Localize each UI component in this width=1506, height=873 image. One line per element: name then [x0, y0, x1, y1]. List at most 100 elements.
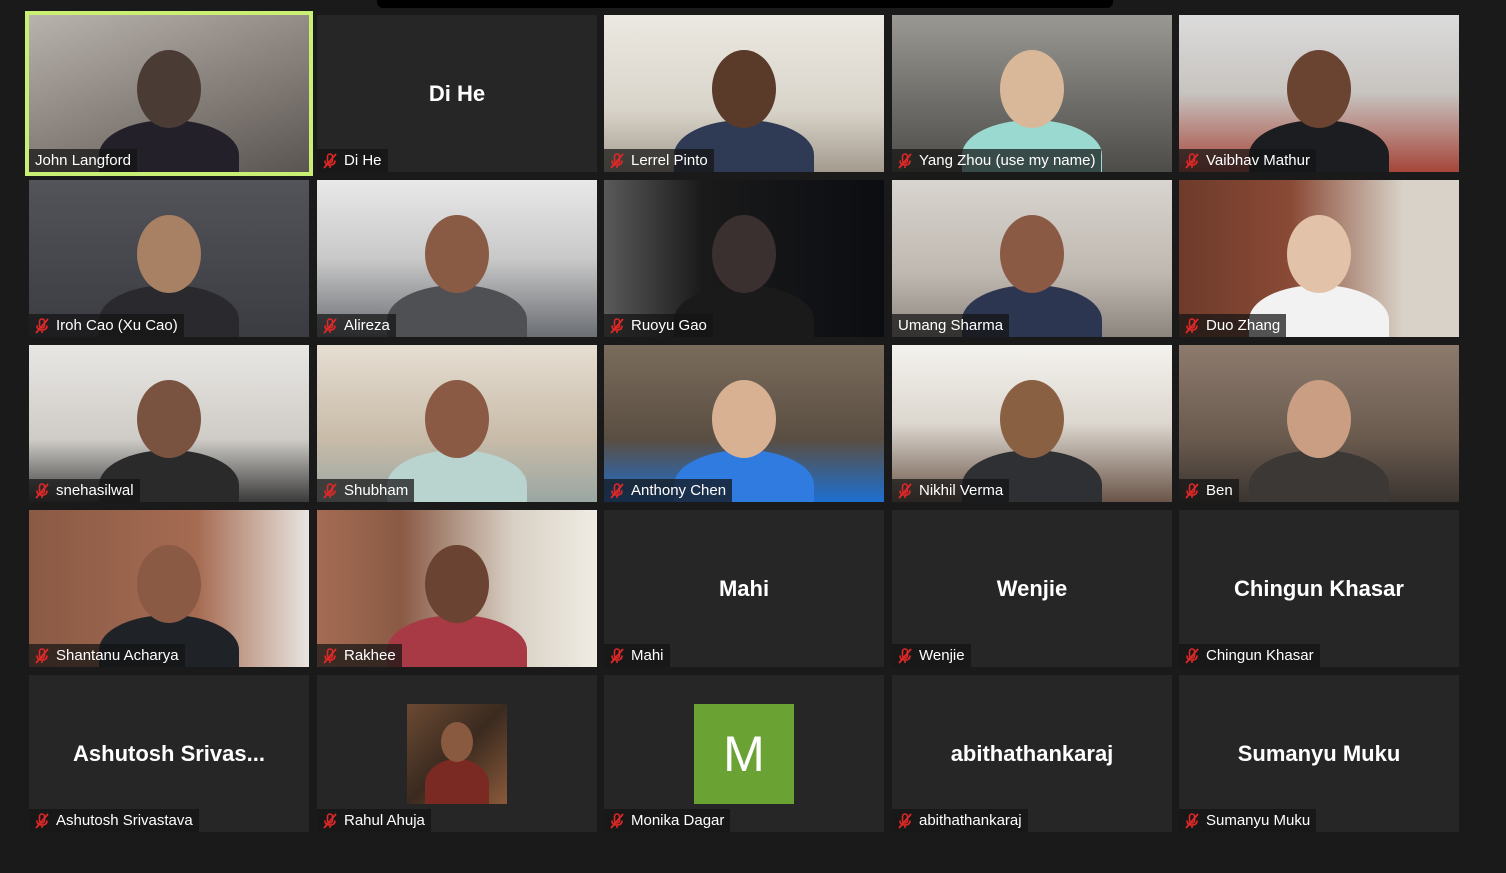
person-head [1000, 50, 1064, 128]
participant-display-name: Mahi [718, 575, 770, 601]
participant-name-label: Wenjie [892, 644, 971, 667]
participant-tile[interactable]: Di He Di He [317, 15, 597, 172]
participant-name: Nikhil Verma [919, 482, 1004, 499]
participant-name: Ruoyu Gao [631, 317, 707, 334]
person-head [1000, 215, 1064, 293]
participant-name-label: Chingun Khasar [1179, 644, 1320, 667]
participant-name-label: snehasilwal [29, 479, 140, 502]
participant-name-label: Yang Zhou (use my name) [892, 149, 1102, 172]
participant-name: John Langford [35, 152, 131, 169]
mic-muted-icon [321, 482, 339, 500]
participant-name-label: Anthony Chen [604, 479, 733, 502]
participant-name-label: Alireza [317, 314, 396, 337]
participant-tile[interactable]: Ruoyu Gao [604, 180, 884, 337]
participant-name-label: Ben [1179, 479, 1239, 502]
participant-tile[interactable]: Mahi Mahi [604, 510, 884, 667]
participant-tile[interactable]: John Langford [29, 15, 309, 172]
participant-name-label: Mahi [604, 644, 670, 667]
participant-name-label: Ashutosh Srivastava [29, 809, 199, 832]
participant-name: Shubham [344, 482, 409, 499]
mic-muted-icon [321, 812, 339, 830]
person-head [425, 380, 489, 458]
participant-name: Iroh Cao (Xu Cao) [56, 317, 178, 334]
participant-name: Mahi [631, 647, 664, 664]
mic-muted-icon [321, 152, 339, 170]
mic-muted-icon [321, 647, 339, 665]
person-head [1287, 380, 1351, 458]
participant-name: Chingun Khasar [1206, 647, 1314, 664]
gallery-grid: John Langford Di He Di He Lerrel Pinto Yang … [0, 0, 1506, 873]
participant-name-label: Umang Sharma [892, 314, 1010, 337]
participant-display-name: Sumanyu Muku [1237, 740, 1401, 766]
participant-tile[interactable]: Duo Zhang [1179, 180, 1459, 337]
participant-name-label: Iroh Cao (Xu Cao) [29, 314, 184, 337]
person-head [137, 380, 201, 458]
participant-name-label: Shantanu Acharya [29, 644, 185, 667]
participant-tile[interactable]: Alireza [317, 180, 597, 337]
participant-name: Shantanu Acharya [56, 647, 179, 664]
participant-name-label: Rakhee [317, 644, 402, 667]
participant-name: Alireza [344, 317, 390, 334]
mic-muted-icon [1183, 482, 1201, 500]
participant-name: abithathankaraj [919, 812, 1022, 829]
participant-name: Anthony Chen [631, 482, 727, 499]
person-head [425, 215, 489, 293]
participant-tile[interactable]: snehasilwal [29, 345, 309, 502]
person-head [1000, 380, 1064, 458]
participant-display-name: Chingun Khasar [1234, 575, 1404, 601]
mic-muted-icon [1183, 152, 1201, 170]
participant-name-label: Di He [317, 149, 388, 172]
participant-tile[interactable]: Shantanu Acharya [29, 510, 309, 667]
person-head [1287, 50, 1351, 128]
mic-muted-icon [33, 482, 51, 500]
participant-name: Vaibhav Mathur [1206, 152, 1310, 169]
participant-tile[interactable]: Wenjie Wenjie [892, 510, 1172, 667]
person-head [1287, 215, 1351, 293]
profile-photo [407, 704, 507, 804]
participant-name: Monika Dagar [631, 812, 725, 829]
mic-muted-icon [896, 152, 914, 170]
participant-name-label: Shubham [317, 479, 415, 502]
participant-name: Sumanyu Muku [1206, 812, 1311, 829]
participant-tile[interactable]: Nikhil Verma [892, 345, 1172, 502]
participant-name: Rakhee [344, 647, 396, 664]
participant-tile[interactable]: abithathankaraj abithathankaraj [892, 675, 1172, 832]
participant-name-label: Sumanyu Muku [1179, 809, 1317, 832]
person-head [712, 380, 776, 458]
participant-tile[interactable]: Rakhee [317, 510, 597, 667]
participant-tile[interactable]: Rahul Ahuja [317, 675, 597, 832]
mic-muted-icon [1183, 812, 1201, 830]
participant-tile[interactable]: Lerrel Pinto [604, 15, 884, 172]
participant-tile[interactable]: Vaibhav Mathur [1179, 15, 1459, 172]
participant-tile[interactable]: Umang Sharma [892, 180, 1172, 337]
participant-tile[interactable]: Ben [1179, 345, 1459, 502]
participant-name: Rahul Ahuja [344, 812, 425, 829]
person-head [137, 215, 201, 293]
participant-name: Wenjie [919, 647, 965, 664]
mic-muted-icon [608, 482, 626, 500]
mic-muted-icon [896, 482, 914, 500]
mic-muted-icon [33, 812, 51, 830]
participant-tile[interactable]: M Monika Dagar [604, 675, 884, 832]
participant-name: Yang Zhou (use my name) [919, 152, 1096, 169]
participant-tile[interactable]: Shubham [317, 345, 597, 502]
participant-tile[interactable]: Sumanyu Muku Sumanyu Muku [1179, 675, 1459, 832]
participant-name: Lerrel Pinto [631, 152, 708, 169]
participant-name-label: Ruoyu Gao [604, 314, 713, 337]
participant-name: snehasilwal [56, 482, 134, 499]
participant-tile[interactable]: Ashutosh Srivas... Ashutosh Srivastava [29, 675, 309, 832]
mic-muted-icon [1183, 317, 1201, 335]
person-head [712, 215, 776, 293]
participant-tile[interactable]: Chingun Khasar Chingun Khasar [1179, 510, 1459, 667]
participant-name: Umang Sharma [898, 317, 1004, 334]
participant-name-label: Rahul Ahuja [317, 809, 431, 832]
mic-muted-icon [608, 152, 626, 170]
person-head [712, 50, 776, 128]
mic-muted-icon [896, 647, 914, 665]
participant-tile[interactable]: Anthony Chen [604, 345, 884, 502]
participant-name-label: abithathankaraj [892, 809, 1028, 832]
participant-tile[interactable]: Iroh Cao (Xu Cao) [29, 180, 309, 337]
participant-tile[interactable]: Yang Zhou (use my name) [892, 15, 1172, 172]
person-head [137, 50, 201, 128]
mic-muted-icon [608, 812, 626, 830]
